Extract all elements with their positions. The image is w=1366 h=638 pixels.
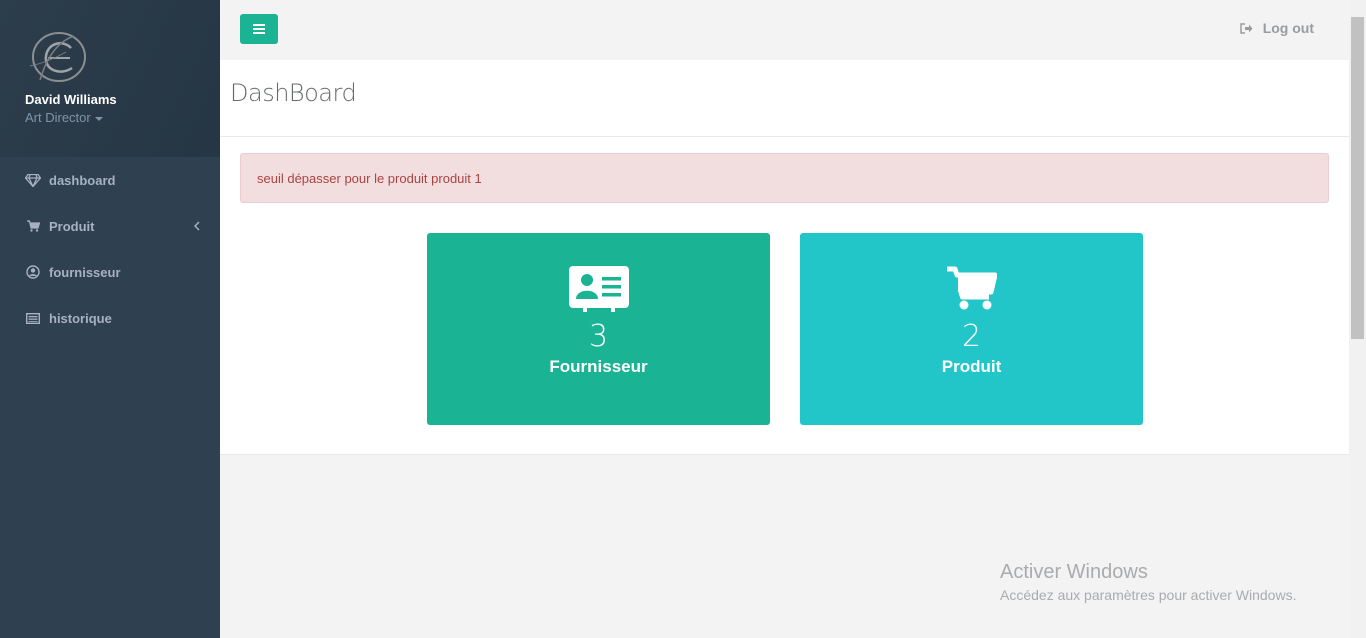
stat-card-produit[interactable]: 2 Produit xyxy=(800,233,1143,425)
sign-out-icon xyxy=(1239,22,1253,34)
main-content: seuil dépasser pour le produit produit 1… xyxy=(220,137,1349,455)
sidebar-item-produit[interactable]: Produit xyxy=(0,203,220,249)
vertical-scrollbar[interactable] xyxy=(1349,0,1366,638)
stat-count: 3 xyxy=(588,319,609,354)
sidebar-item-historique[interactable]: historique xyxy=(0,295,220,341)
sidebar-item-label: Produit xyxy=(49,218,95,234)
sidebar: David Williams Art Director dashboard Pr… xyxy=(0,0,220,638)
hamburger-icon xyxy=(253,24,265,34)
profile-header: David Williams Art Director xyxy=(0,0,220,157)
sidebar-item-label: fournisseur xyxy=(49,264,121,280)
stat-count: 2 xyxy=(961,319,982,354)
sidebar-item-dashboard[interactable]: dashboard xyxy=(0,157,220,203)
profile-role-label: Art Director xyxy=(25,110,91,125)
id-card-icon xyxy=(568,266,629,312)
hamburger-menu-button[interactable] xyxy=(240,14,278,44)
user-circle-icon xyxy=(25,265,41,279)
cart-icon xyxy=(946,266,997,310)
alert-message: seuil dépasser pour le produit produit 1 xyxy=(257,171,482,186)
sidebar-nav: dashboard Produit fournisseur historique xyxy=(0,157,220,341)
watermark-subtitle: Accédez aux paramètres pour activer Wind… xyxy=(1000,587,1297,603)
page-heading: DashBoard xyxy=(220,60,1349,137)
sidebar-item-fournisseur[interactable]: fournisseur xyxy=(0,249,220,295)
logout-label: Log out xyxy=(1262,20,1314,36)
watermark-title: Activer Windows xyxy=(1000,561,1148,583)
profile-name: David Williams xyxy=(25,92,117,107)
logout-link[interactable]: Log out xyxy=(1239,20,1314,36)
alert-danger: seuil dépasser pour le produit produit 1 xyxy=(240,153,1329,203)
profile-role-dropdown[interactable]: Art Director xyxy=(25,110,103,125)
list-icon xyxy=(25,311,41,325)
chevron-left-icon xyxy=(193,219,200,234)
logo-icon xyxy=(29,32,86,82)
cart-icon xyxy=(25,219,41,233)
stat-label: Produit xyxy=(941,357,1002,376)
stat-label: Fournisseur xyxy=(549,357,648,376)
sidebar-item-label: historique xyxy=(49,310,112,326)
scrollbar-thumb[interactable] xyxy=(1351,17,1364,339)
top-navbar: Log out xyxy=(220,0,1349,60)
caret-down-icon xyxy=(94,116,103,121)
page-title: DashBoard xyxy=(230,79,357,107)
diamond-icon xyxy=(25,173,41,187)
sidebar-item-label: dashboard xyxy=(49,172,116,188)
stat-card-fournisseur[interactable]: 3 Fournisseur xyxy=(427,233,770,425)
